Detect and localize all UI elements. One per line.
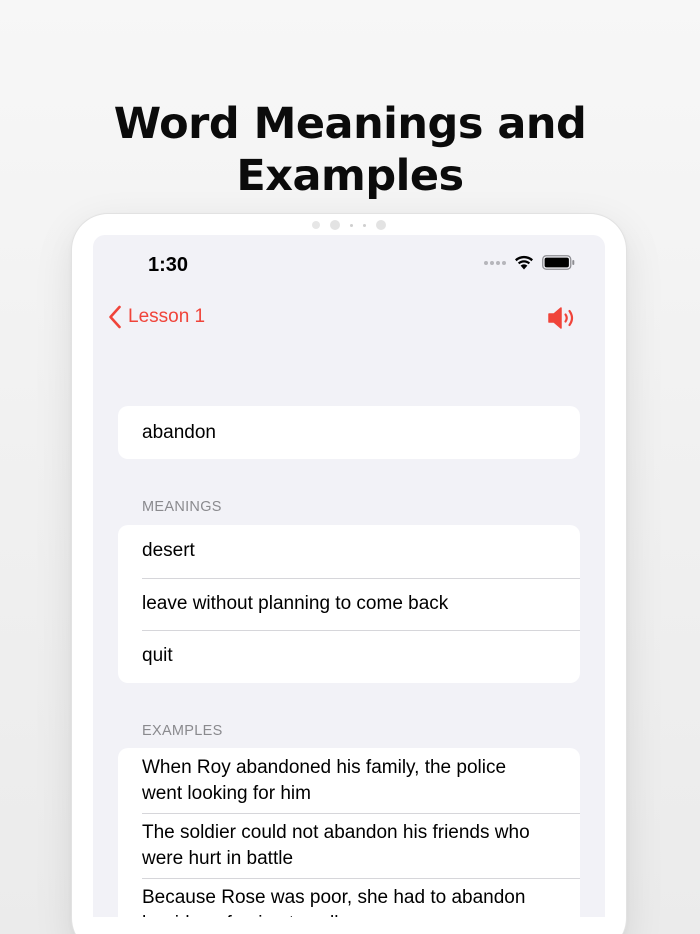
battery-icon (542, 255, 575, 270)
example-item: When Roy abandoned his family, the polic… (142, 757, 507, 804)
camera-sensor-cluster (72, 218, 626, 232)
examples-list: When Roy abandoned his family, the polic… (118, 748, 580, 917)
pronounce-button[interactable] (547, 305, 579, 336)
app-screen: 1:30 Lesson 1 abandon MEANINGS desert le… (93, 235, 605, 917)
back-button-label: Lesson 1 (128, 306, 206, 327)
wifi-icon (515, 255, 533, 270)
meaning-item: desert (142, 540, 195, 562)
speaker-icon (548, 307, 574, 329)
meaning-item: quit (118, 630, 580, 683)
chevron-left-icon (109, 305, 121, 329)
meanings-list: desert leave without planning to come ba… (118, 525, 580, 683)
meaning-item: leave without planning to come back (118, 577, 580, 631)
word-cell: abandon (118, 406, 580, 459)
word-text: abandon (142, 421, 216, 443)
tablet-frame: 1:30 Lesson 1 abandon MEANINGS desert le… (72, 214, 626, 934)
example-item: Because Rose was poor, she had to abando… (118, 878, 580, 917)
examples-header: EXAMPLES (142, 723, 223, 739)
promo-title-line-1: Word Meanings and (113, 99, 587, 149)
word-card: abandon (118, 406, 580, 459)
promo-title: Word Meanings and Examples (0, 98, 700, 202)
back-button[interactable]: Lesson 1 (108, 305, 205, 329)
status-icons (484, 255, 575, 270)
cellular-dots-icon (484, 260, 506, 265)
example-item: The soldier could not abandon his friend… (118, 813, 580, 878)
promo-title-line-2: Examples (236, 151, 464, 201)
status-time: 1:30 (148, 254, 189, 276)
meanings-header: MEANINGS (142, 499, 222, 515)
